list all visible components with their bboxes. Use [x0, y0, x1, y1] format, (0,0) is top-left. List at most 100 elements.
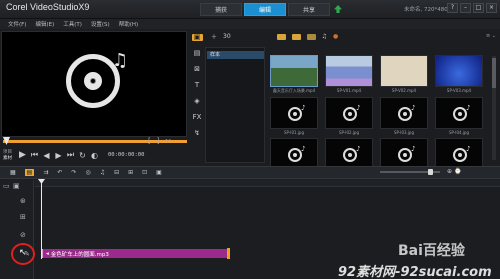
mixer-icon[interactable]: ⊟: [114, 169, 119, 176]
video-filter-icon[interactable]: [291, 33, 301, 40]
music-note-icon: ♪: [411, 145, 416, 153]
step-capture[interactable]: 捕获: [200, 3, 242, 16]
upload-icon[interactable]: [334, 5, 342, 13]
mode-clip[interactable]: 素材: [3, 156, 12, 161]
photo-filter-icon[interactable]: [306, 33, 316, 40]
thumbnail[interactable]: ♪: [270, 97, 318, 129]
media-caption: SP-V01.mp4: [336, 88, 362, 93]
minimize-button[interactable]: –: [460, 3, 471, 13]
media-item[interactable]: SP-V01.mp4: [325, 55, 373, 94]
media-caption: SP-V02.mp4: [391, 88, 417, 93]
menu-settings[interactable]: 设置(S): [91, 20, 110, 28]
overlay-track-icon[interactable]: ⊞: [20, 213, 26, 221]
repeat-icon[interactable]: ↻: [78, 151, 87, 160]
next-frame-icon[interactable]: ▶: [54, 151, 63, 160]
music-note-icon: ♪: [301, 145, 306, 153]
mark-out-icon[interactable]: ]: [157, 137, 160, 145]
media-item[interactable]: SP-V03.mp4: [435, 55, 483, 94]
track-expand-icon[interactable]: ▣: [13, 182, 20, 190]
audio-disc-icon: [398, 107, 412, 121]
window-controls: ? – □ ×: [447, 3, 497, 13]
thumbnail[interactable]: [380, 55, 428, 87]
timeline-duration-icon[interactable]: ⌚: [454, 168, 461, 175]
undo-icon[interactable]: ↶: [57, 169, 62, 176]
instant-project-icon[interactable]: ▤: [194, 50, 201, 57]
music-note-icon: ♪: [466, 104, 471, 112]
thumbnail[interactable]: ♪: [435, 97, 483, 129]
music-filter-icon[interactable]: ♫: [322, 33, 327, 40]
tree-item-sample[interactable]: 样本: [207, 51, 264, 59]
prev-frame-icon[interactable]: ◀: [42, 151, 51, 160]
audio-clip[interactable]: ◂ 金色矿车上的圆面.mp3: [42, 249, 230, 258]
multicam-icon[interactable]: ▣: [156, 169, 162, 176]
track-manager-icon[interactable]: ⇉: [43, 169, 48, 176]
library-scrollbar[interactable]: [492, 56, 496, 160]
thumbnail[interactable]: [435, 55, 483, 87]
title-bar: Corel VideoStudioX9 捕获 编辑 共享 未命名, 720*48…: [0, 0, 500, 19]
audio-disc-icon: [288, 148, 302, 162]
scrollbar-thumb[interactable]: [492, 58, 496, 88]
split-icon[interactable]: ✂: [165, 137, 171, 145]
logo-version: X9: [78, 2, 90, 12]
redo-icon[interactable]: ↷: [71, 169, 76, 176]
step-share[interactable]: 共享: [288, 3, 330, 16]
storyboard-view-icon[interactable]: ▦: [10, 169, 16, 176]
mark-in-icon[interactable]: [: [148, 137, 151, 145]
zoom-fit-icon[interactable]: ⊕: [447, 168, 452, 175]
zoom-slider-handle[interactable]: [428, 169, 433, 175]
thumbnail[interactable]: [325, 55, 373, 87]
maximize-button[interactable]: □: [473, 3, 484, 13]
music-note-icon: ♪: [466, 145, 471, 153]
media-item[interactable]: ♪ SP-I03.jpg: [380, 97, 428, 135]
library-options-icon[interactable]: ≡ ⌄: [486, 33, 496, 39]
timeline-ruler[interactable]: [35, 180, 500, 187]
mode-project[interactable]: 项目: [3, 150, 12, 155]
record-icon[interactable]: ◎: [85, 169, 90, 176]
close-button[interactable]: ×: [486, 3, 497, 13]
media-tool-icon[interactable]: ▣: [191, 34, 203, 41]
filter-icon[interactable]: FX: [193, 114, 202, 121]
help-button[interactable]: ?: [447, 3, 458, 13]
timeline-view-icon[interactable]: ▤: [24, 169, 35, 176]
media-caption: SP-V03.mp4: [446, 88, 472, 93]
title-icon[interactable]: T: [195, 82, 199, 89]
title-track-icon[interactable]: ⊘: [20, 231, 26, 239]
timecode[interactable]: 00:00:00:00: [108, 152, 144, 158]
play-icon[interactable]: ▶: [18, 150, 27, 160]
logo-product: VideoStudio: [30, 2, 79, 12]
media-item[interactable]: ♪ SP-I04.jpg: [435, 97, 483, 135]
thumbnail[interactable]: [270, 55, 318, 87]
media-item[interactable]: ♪ SP-I01.jpg: [270, 97, 318, 135]
video-track-icon[interactable]: ⊛: [20, 197, 26, 205]
menu-edit[interactable]: 编辑(E): [35, 20, 54, 28]
audio-disc-icon: [453, 148, 467, 162]
path-icon[interactable]: ↯: [194, 130, 200, 137]
audio-disc-icon: [453, 107, 467, 121]
media-item[interactable]: SP-V02.mp4: [380, 55, 428, 94]
menu-tools[interactable]: 工具(T): [63, 20, 82, 28]
menu-help[interactable]: 帮助(H): [119, 20, 138, 28]
preview-screen: ♫: [1, 31, 187, 137]
subtitle-icon[interactable]: ⊡: [142, 169, 147, 176]
home-icon[interactable]: ⏮: [30, 150, 39, 160]
media-item[interactable]: ♪ SP-I02.jpg: [325, 97, 373, 135]
auto-music-icon[interactable]: ♫: [100, 169, 105, 176]
clip-trim-handle[interactable]: [227, 248, 230, 259]
add-folder-icon[interactable]: ＋: [211, 32, 217, 41]
graphics-icon[interactable]: ◈: [194, 98, 199, 105]
transition-icon[interactable]: ⊠: [194, 66, 200, 73]
menu-file[interactable]: 文件(F): [8, 20, 26, 28]
track-headers: ▭ ▣ ⊛ ⊞ ⊘ ✎: [0, 180, 34, 279]
orange-circle-icon[interactable]: ●: [333, 33, 338, 40]
thumbnail[interactable]: ♪: [380, 97, 428, 129]
volume-icon[interactable]: ◐: [90, 151, 99, 160]
playback-controls: 项目 素材 ▶ ⏮ ◀ ▶ ⏭ ↻ ◐ 00:00:00:00: [3, 148, 189, 162]
media-item[interactable]: 露天音乐厅入场景.mp4: [270, 55, 318, 94]
motion-track-icon[interactable]: ⊞: [128, 169, 133, 176]
folder-icon[interactable]: [276, 33, 286, 40]
media-grid: 露天音乐厅入场景.mp4 SP-V01.mp4 SP-V02.mp4 SP-V0…: [270, 55, 498, 176]
end-icon[interactable]: ⏭: [66, 150, 75, 160]
step-edit[interactable]: 编辑: [244, 3, 286, 16]
thumbnail[interactable]: ♪: [325, 97, 373, 129]
track-lock-icon[interactable]: ▭: [3, 182, 10, 190]
